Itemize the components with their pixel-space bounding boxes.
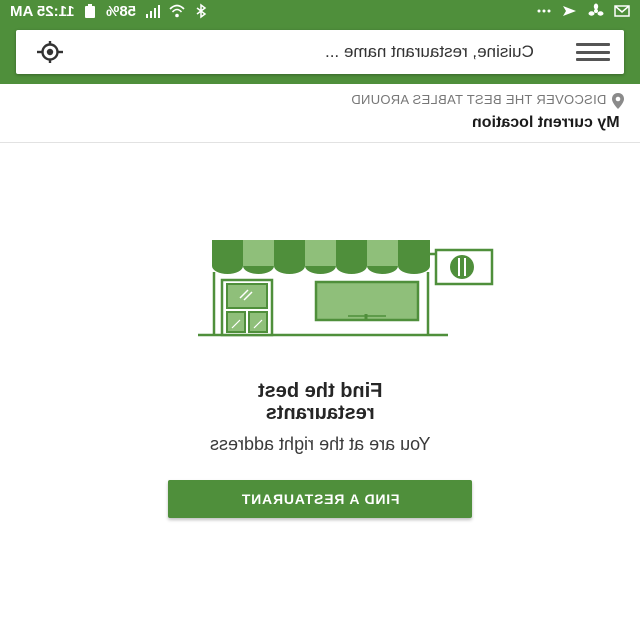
status-bar: 11:25 AM 58% (0, 0, 640, 22)
search-input[interactable]: Cuisine, restaurant name ... (126, 30, 534, 74)
hamburger-line (576, 58, 610, 61)
find-restaurant-button[interactable]: FIND A RESTAURANT (168, 480, 472, 518)
location-selector[interactable]: DISCOVER THE BEST TABLES AROUND My curre… (0, 84, 640, 143)
status-time: 11:25 AM (10, 2, 75, 20)
locate-me-button[interactable] (32, 38, 68, 66)
search-placeholder-text: Cuisine, restaurant name ... (325, 42, 534, 61)
hamburger-line (576, 50, 610, 54)
subheadline: You are at the right address (140, 434, 500, 455)
fork-knife-icon (450, 255, 474, 279)
wifi-icon (168, 4, 185, 18)
current-location-text: My current location (472, 114, 620, 131)
app-header: Cuisine, restaurant name ... (0, 22, 640, 84)
battery-percent: 58% (106, 2, 137, 20)
more-icon (537, 9, 551, 13)
location-caption-text: DISCOVER THE BEST TABLES AROUND (350, 92, 606, 107)
battery-icon (85, 4, 96, 18)
bluetooth-icon (196, 3, 206, 19)
search-bar[interactable]: Cuisine, restaurant name ... (16, 30, 624, 74)
crosshair-icon (37, 41, 63, 63)
location-pin-icon (612, 93, 624, 109)
restaurant-storefront-illustration (198, 240, 494, 337)
hamburger-icon (576, 43, 610, 46)
mail-icon (614, 5, 630, 17)
signal-icon (145, 5, 160, 18)
fan-icon (588, 3, 604, 16)
subheadline-text: You are at the right address (209, 434, 431, 454)
headline-text: Find the best restaurants (257, 380, 383, 424)
find-restaurant-button-label: FIND A RESTAURANT (240, 491, 400, 507)
location-caption: DISCOVER THE BEST TABLES AROUND (351, 92, 606, 107)
headline: Find the best restaurants (170, 380, 470, 424)
current-location[interactable]: My current location (472, 114, 620, 132)
menu-button[interactable] (576, 40, 610, 64)
cast-icon (563, 6, 576, 16)
